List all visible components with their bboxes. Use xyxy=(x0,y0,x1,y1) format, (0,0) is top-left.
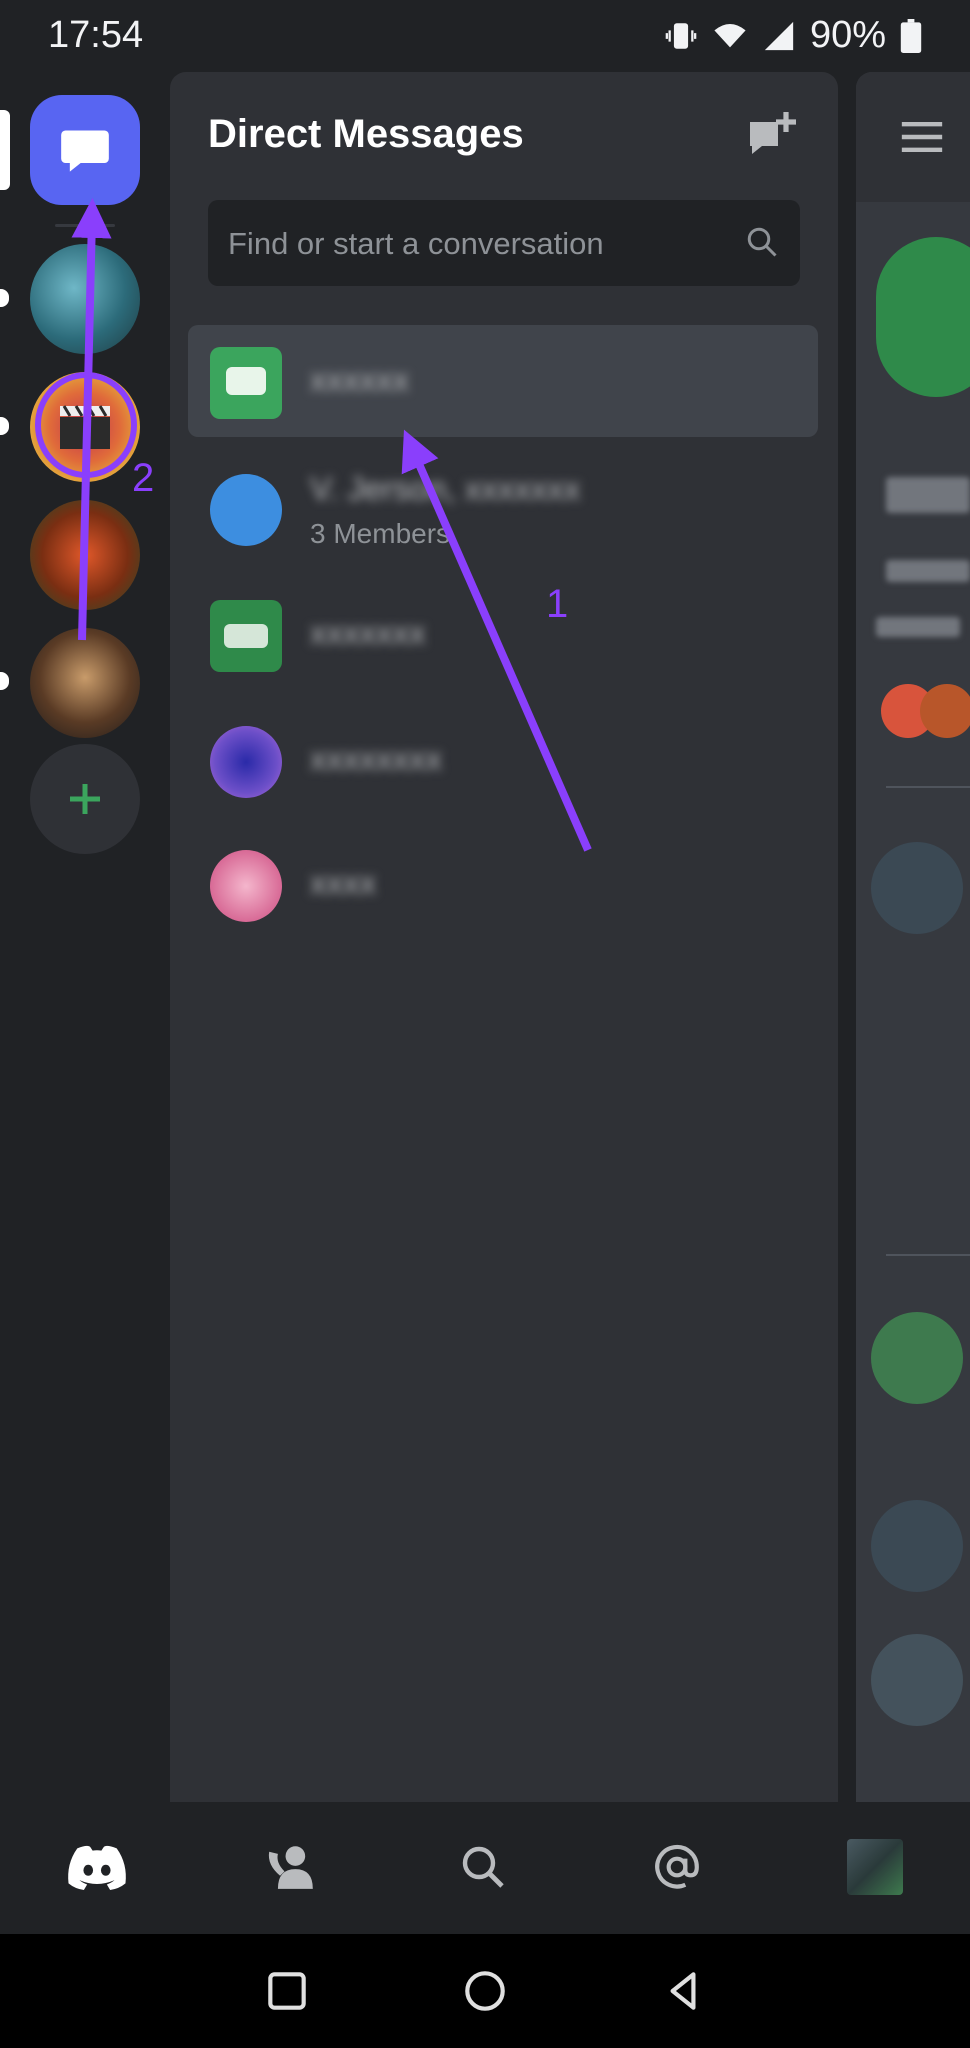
discord-logo-icon xyxy=(68,1845,126,1890)
dm-row[interactable]: V. Jerson, xxxxxxx 3 Members xyxy=(188,452,818,564)
home-icon[interactable] xyxy=(460,1966,510,2016)
dm-members: 3 Members xyxy=(310,518,451,549)
battery-percent: 90% xyxy=(809,14,886,56)
dm-name: V. Jerson, xxxxxxx xyxy=(310,470,581,507)
dm-row[interactable]: xxxxxxx xyxy=(188,578,818,690)
new-message-icon[interactable] xyxy=(746,110,798,162)
status-icons: 90% xyxy=(664,14,922,57)
divider xyxy=(886,1254,970,1256)
recents-icon[interactable] xyxy=(262,1966,312,2016)
tab-search[interactable] xyxy=(448,1832,518,1902)
unread-dot xyxy=(0,289,9,307)
search-icon xyxy=(747,227,777,257)
dm-name: xxxx xyxy=(310,864,376,901)
annotation-label-1: 1 xyxy=(546,582,569,626)
friends-icon xyxy=(268,1846,313,1889)
server-books[interactable] xyxy=(30,628,140,738)
avatar xyxy=(210,474,282,546)
tab-profile[interactable] xyxy=(840,1832,910,1902)
clapperboard-icon xyxy=(60,405,110,449)
blurred-text xyxy=(886,477,970,513)
server-halloween[interactable] xyxy=(30,500,140,610)
panel-title: Direct Messages xyxy=(208,112,524,156)
plus-icon xyxy=(70,784,100,814)
wifi-icon xyxy=(714,23,746,47)
system-navigation-bar xyxy=(0,1934,970,2048)
tab-home[interactable] xyxy=(62,1832,132,1902)
add-server-button[interactable] xyxy=(30,744,140,854)
vibrate-icon xyxy=(665,22,697,49)
avatar xyxy=(871,842,963,934)
mentions-icon xyxy=(655,1844,699,1889)
selected-indicator xyxy=(0,110,10,190)
avatar xyxy=(876,237,970,397)
chat-preview-panel xyxy=(856,72,970,1802)
direct-messages-panel: Direct Messages Find or start a conversa… xyxy=(170,72,838,1802)
avatar xyxy=(871,1634,963,1726)
status-bar: 17:54 90% xyxy=(0,0,970,72)
dm-row[interactable]: xxxxxx xyxy=(188,325,818,437)
unread-dot xyxy=(0,672,9,690)
dm-row[interactable]: xxxxxxxx xyxy=(188,704,818,816)
bottom-tab-bar xyxy=(0,1802,970,1934)
back-icon[interactable] xyxy=(658,1966,708,2016)
avatar xyxy=(920,684,970,738)
divider xyxy=(886,786,970,788)
chat-bubble-icon xyxy=(61,130,109,172)
blurred-text xyxy=(876,617,960,637)
avatar xyxy=(210,347,282,419)
direct-messages-button[interactable] xyxy=(30,95,140,205)
server-rail xyxy=(0,72,170,1802)
dm-row[interactable]: xxxx xyxy=(188,828,818,940)
server-fantastic-fiction[interactable] xyxy=(30,244,140,354)
rail-separator xyxy=(55,224,115,227)
avatar xyxy=(210,726,282,798)
avatar xyxy=(210,850,282,922)
dm-name: xxxxxxxx xyxy=(310,740,442,777)
signal-icon xyxy=(764,21,794,50)
search-input[interactable]: Find or start a conversation xyxy=(208,200,800,286)
annotation-label-2: 2 xyxy=(132,456,155,500)
avatar xyxy=(210,600,282,672)
hamburger-icon[interactable] xyxy=(900,120,944,154)
avatar xyxy=(847,1839,903,1895)
dm-name: xxxxxxx xyxy=(310,614,426,651)
tab-friends[interactable] xyxy=(256,1832,326,1902)
dm-name: xxxxxx xyxy=(310,361,409,398)
avatar xyxy=(871,1500,963,1592)
status-time: 17:54 xyxy=(48,14,144,56)
search-icon xyxy=(462,1846,504,1888)
blurred-text xyxy=(886,560,970,582)
chat-preview-header xyxy=(856,72,970,202)
unread-dot xyxy=(0,417,9,435)
avatar xyxy=(871,1312,963,1404)
server-movies[interactable] xyxy=(30,372,140,482)
tab-mentions[interactable] xyxy=(642,1832,712,1902)
battery-icon xyxy=(900,18,922,53)
search-placeholder: Find or start a conversation xyxy=(228,226,604,261)
